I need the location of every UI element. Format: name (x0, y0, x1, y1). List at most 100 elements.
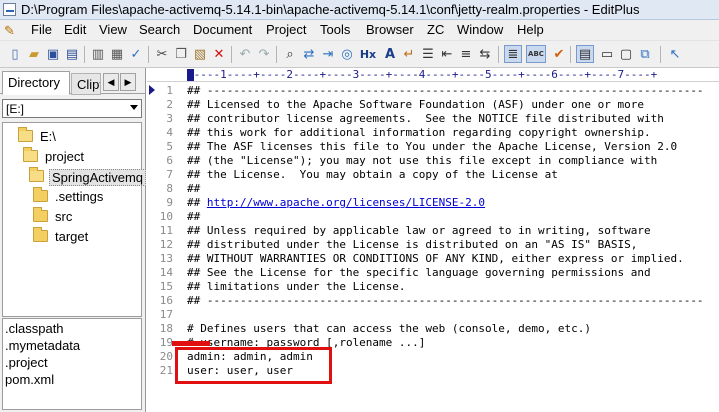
menu-document[interactable]: Document (193, 22, 252, 37)
pencil-icon: ✎ (4, 23, 15, 38)
menu-file[interactable]: File (31, 22, 52, 37)
toolbar-separator (570, 46, 571, 63)
tab-cliptext[interactable]: Clipt (71, 73, 101, 95)
code-line: ## (the "License"); you may not use this… (187, 154, 658, 167)
open-icon[interactable]: ▰ (25, 45, 43, 63)
line-number: 13 (159, 252, 173, 265)
indent-icon[interactable]: ⇤ (438, 45, 456, 63)
code-line: ## See the License for the specific lang… (187, 266, 651, 279)
menu-search[interactable]: Search (139, 22, 180, 37)
paste-icon[interactable]: ▧ (191, 45, 209, 63)
line-number: 17 (159, 308, 173, 321)
license-link[interactable]: http://www.apache.org/licenses/LICENSE-2… (207, 196, 485, 209)
hex-icon[interactable]: Hx (357, 45, 379, 63)
tree-item-label: target (55, 229, 89, 244)
toolbar-separator (148, 46, 149, 63)
menu-browser[interactable]: Browser (366, 22, 414, 37)
code-line: ## WITHOUT WARRANTIES OR CONDITIONS OF A… (187, 252, 684, 265)
list-item[interactable]: pom.xml (5, 372, 54, 387)
line-number: 18 (159, 322, 173, 335)
toolbar: ▯ ▰ ▣ ▤ ▥ ▦ ✓ ✂ ❐ ▧ ✕ ↶ ↷ ⌕ ⇄ ⇥ ◎ Hx A ↵… (0, 40, 719, 68)
line-number: 9 (166, 196, 173, 209)
line-number: 3 (166, 112, 173, 125)
annotation-highlight-box (175, 347, 332, 384)
toolbar-separator (660, 46, 661, 63)
tree-item-label: E:\ (40, 129, 56, 144)
line-number: 11 (159, 224, 173, 237)
menu-view[interactable]: View (99, 22, 127, 37)
line-number: 5 (166, 140, 173, 153)
line-number: 10 (159, 210, 173, 223)
tab-scroll-right-icon[interactable]: ▶ (120, 73, 136, 91)
font-icon[interactable]: A (381, 45, 399, 63)
tab-scroll-left-icon[interactable]: ◀ (103, 73, 119, 91)
list-item[interactable]: .mymetadata (5, 338, 80, 353)
tab-directory[interactable]: Directory (2, 71, 70, 95)
code-line: ## this work for additional information … (187, 126, 651, 139)
line-number: 1 (166, 84, 173, 97)
save-icon[interactable]: ▣ (44, 45, 62, 63)
tab-icon[interactable]: ⇆ (476, 45, 494, 63)
code-line: ## the License. You may obtain a copy of… (187, 168, 558, 181)
menu-project[interactable]: Project (266, 22, 306, 37)
print-icon[interactable]: ▥ (89, 45, 107, 63)
spell-check-icon[interactable]: ✓ (127, 45, 145, 63)
toolbar-separator (84, 46, 85, 63)
word-wrap-icon[interactable]: ↵ (400, 45, 418, 63)
tree-item-label: src (55, 209, 73, 224)
toolbar-separator (276, 46, 277, 63)
undo-icon[interactable]: ↶ (236, 45, 254, 63)
delete-icon[interactable]: ✕ (210, 45, 228, 63)
directory-icon[interactable]: ▤ (576, 45, 594, 63)
line-number: 4 (166, 126, 173, 139)
code-line: ## distributed under the License is dist… (187, 238, 638, 251)
tree-item-label: project (45, 149, 85, 164)
save-all-icon[interactable]: ▤ (63, 45, 81, 63)
list-item[interactable]: .project (5, 355, 48, 370)
goto-icon[interactable]: ⇥ (319, 45, 337, 63)
redo-icon[interactable]: ↷ (255, 45, 273, 63)
line-number: 7 (166, 168, 173, 181)
spellcheck-toggle-icon[interactable]: ABC (526, 45, 546, 63)
copy-icon[interactable]: ❐ (172, 45, 190, 63)
menu-window[interactable]: Window (457, 22, 503, 37)
chevron-down-icon (130, 105, 138, 110)
folder-tree: E:\ project SpringActivemq .settings src… (2, 122, 147, 317)
print-preview-icon[interactable]: ▦ (108, 45, 126, 63)
list-item[interactable]: .classpath (5, 321, 64, 336)
browser-icon[interactable]: ◎ (338, 45, 356, 63)
line-number: 2 (166, 98, 173, 111)
screen-icon[interactable]: ⧉ (636, 45, 654, 63)
output-icon[interactable]: ▭ (598, 45, 616, 63)
line-number: 21 (159, 364, 173, 377)
check-icon[interactable]: ✔ (550, 45, 568, 63)
code-line-prefix: ## (187, 196, 207, 209)
menu-edit[interactable]: Edit (64, 22, 86, 37)
line-number-icon[interactable]: ≡ (457, 45, 475, 63)
code-line: ## (187, 210, 201, 223)
toggle-wrap-icon[interactable]: ≣ (504, 45, 522, 63)
drive-select-value: [E:] (6, 102, 25, 116)
replace-icon[interactable]: ⇄ (300, 45, 318, 63)
panel-tabs: Directory Clipt ◀ ▶ (0, 68, 146, 95)
menu-zc[interactable]: ZC (427, 22, 444, 37)
code-line: # Defines users that can access the web … (187, 322, 591, 335)
menu-help[interactable]: Help (517, 22, 544, 37)
menu-bar: ✎ File Edit View Search Document Project… (0, 20, 719, 40)
menu-tools[interactable]: Tools (320, 22, 350, 37)
drive-select[interactable]: [E:] (2, 99, 142, 118)
new-file-icon[interactable]: ▯ (6, 45, 24, 63)
find-icon[interactable]: ⌕ (281, 45, 299, 63)
title-bar: D:\Program Files\apache-activemq-5.14.1-… (0, 0, 719, 20)
line-number: 15 (159, 280, 173, 293)
help-icon[interactable]: ↖ (666, 45, 684, 63)
ruler-icon[interactable]: ☰ (419, 45, 437, 63)
tree-item-label: SpringActivemq (49, 169, 147, 186)
tree-item-label: .settings (55, 189, 104, 204)
folder-open-icon (18, 127, 33, 142)
code-line: ## The ASF licenses this file to You und… (187, 140, 678, 153)
line-number: 8 (166, 182, 173, 195)
cliptext-icon[interactable]: ▢ (617, 45, 635, 63)
cut-icon[interactable]: ✂ (153, 45, 171, 63)
